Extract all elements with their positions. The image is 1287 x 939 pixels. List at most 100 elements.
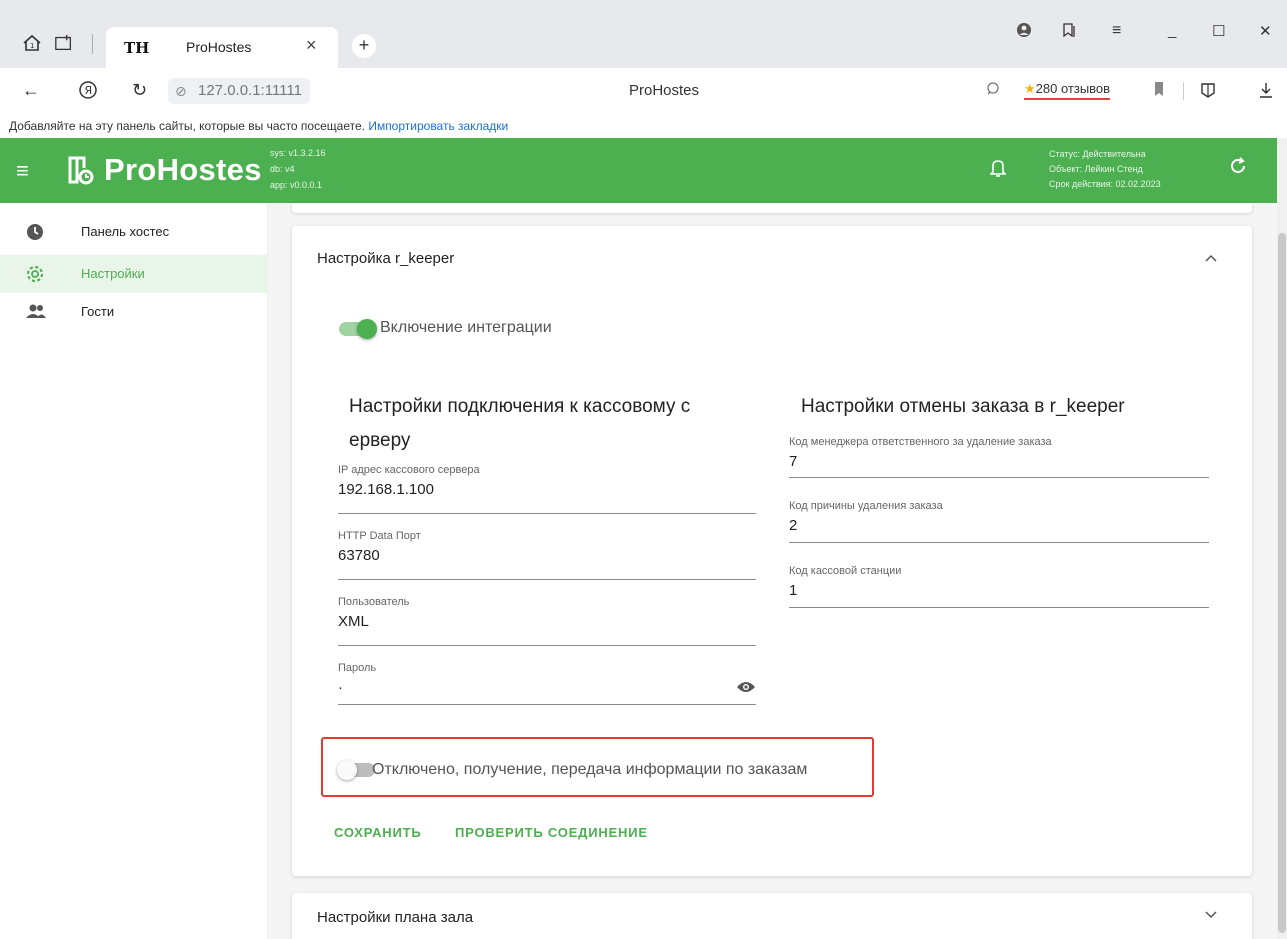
- home-icon[interactable]: 1: [22, 33, 42, 53]
- collections-icon[interactable]: [1061, 22, 1077, 42]
- check-connection-button[interactable]: ПРОВЕРИТЬ СОЕДИНЕНИЕ: [455, 825, 648, 840]
- sidebar-item-label: Панель хостес: [81, 224, 170, 239]
- svg-text:Я: Я: [85, 84, 93, 97]
- field-value: 7: [789, 453, 798, 470]
- sidebar-item-hostess-panel[interactable]: Панель хостес: [0, 213, 268, 251]
- ip-address-field[interactable]: IP адрес кассового сервера 192.168.1.100: [338, 464, 756, 514]
- url-text: 127.0.0.1:11111: [198, 82, 302, 99]
- manager-code-field[interactable]: Код менеджера ответственного за удаление…: [789, 436, 1209, 478]
- connection-title-line2: ерверу: [349, 430, 411, 451]
- license-status: Статус: Действительна Объект: Лейкин Сте…: [1049, 147, 1161, 192]
- reviews-text: 280 отзывов: [1035, 81, 1111, 96]
- yandex-icon[interactable]: Я: [78, 80, 98, 105]
- bookmark-icon[interactable]: [1153, 81, 1165, 102]
- field-value: 1: [789, 582, 798, 599]
- cancel-section-title: Настройки отмены заказа в r_keeper: [801, 396, 1125, 417]
- url-field[interactable]: ⊘ 127.0.0.1:11111: [168, 78, 310, 104]
- star-icon: ★: [1024, 81, 1036, 96]
- protect-icon[interactable]: [1199, 81, 1217, 104]
- tabbar-divider: [92, 34, 93, 54]
- version-info: sys: v1.3.2.16 db: v4 app: v0.0.0.1: [270, 145, 326, 193]
- chevron-down-icon[interactable]: [1204, 907, 1218, 923]
- field-label: Код менеджера ответственного за удаление…: [789, 436, 1052, 448]
- page-title: ProHostes: [629, 82, 700, 99]
- hamburger-menu-icon[interactable]: ≡: [16, 158, 29, 184]
- back-icon[interactable]: ←: [22, 80, 40, 101]
- field-label: Код кассовой станции: [789, 565, 902, 577]
- tab-title: ProHostes: [186, 39, 252, 55]
- station-code-field[interactable]: Код кассовой станции 1: [789, 565, 1209, 608]
- status-line: Статус: Действительна: [1049, 149, 1146, 159]
- browser-tab-bar: 1 TH ProHostes × + ≡ _ ☐ ✕: [0, 0, 1287, 68]
- chevron-up-icon[interactable]: [1204, 250, 1218, 266]
- site-icon: ⊘: [175, 83, 187, 99]
- http-port-field[interactable]: HTTP Data Порт 63780: [338, 530, 756, 580]
- refresh-license-icon[interactable]: [1228, 156, 1248, 182]
- integration-toggle[interactable]: [339, 319, 377, 339]
- reload-icon[interactable]: ↻: [132, 80, 147, 101]
- field-label: Пароль: [338, 662, 377, 674]
- field-label: Код причины удаления заказа: [789, 500, 943, 512]
- sidebar-item-guests[interactable]: Гости: [0, 293, 268, 331]
- connection-title-line1: Настройки подключения к кассовому с: [349, 396, 691, 417]
- field-value: XML: [338, 613, 369, 630]
- card-title: Настройка r_keeper: [317, 250, 455, 267]
- expiry-line: Срок действия: 02.02.2023: [1049, 179, 1161, 189]
- bookmarks-hint: Добавляйте на эту панель сайты, которые …: [9, 119, 365, 133]
- version-app: app: v0.0.0.1: [270, 180, 323, 190]
- integration-label: Включение интеграции: [380, 319, 552, 336]
- sidebar: Панель хостес Настройки Гости: [0, 203, 268, 939]
- profile-icon[interactable]: [1016, 22, 1032, 42]
- bell-icon[interactable]: [989, 158, 1007, 183]
- minimize-button[interactable]: _: [1168, 22, 1176, 39]
- close-window-button[interactable]: ✕: [1259, 22, 1272, 40]
- previous-card: [292, 203, 1252, 213]
- scrollbar-thumb[interactable]: [1278, 233, 1286, 933]
- address-bar: ← Я ↻ ⊘ 127.0.0.1:11111 ProHostes ★280 о…: [0, 68, 1287, 114]
- logo-icon: [67, 156, 95, 186]
- hall-plan-card[interactable]: Настройки плана зала: [292, 893, 1252, 939]
- maximize-button[interactable]: ☐: [1212, 22, 1225, 40]
- field-value: ·: [338, 679, 343, 696]
- tab-close-icon[interactable]: ×: [306, 35, 317, 56]
- import-bookmarks-link[interactable]: Импортировать закладки: [368, 119, 508, 133]
- clock-icon: [25, 222, 45, 242]
- bookmarks-bar: Добавляйте на эту панель сайты, которые …: [0, 114, 1287, 138]
- card-title: Настройки плана зала: [317, 909, 474, 926]
- reason-code-field[interactable]: Код причины удаления заказа 2: [789, 500, 1209, 543]
- object-line: Объект: Лейкин Стенд: [1049, 164, 1143, 174]
- field-value: 63780: [338, 547, 380, 564]
- connection-section-title: Настройки подключения к кассовому с ерве…: [349, 390, 690, 458]
- tab-favicon: TH: [124, 39, 150, 57]
- field-label: HTTP Data Порт: [338, 530, 421, 542]
- sidebar-item-settings[interactable]: Настройки: [0, 255, 268, 293]
- highlight-box: [321, 737, 874, 797]
- app-header: ≡ ProHostes sys: v1.3.2.16 db: v4 app: v…: [0, 138, 1277, 203]
- addr-divider: [1183, 82, 1184, 100]
- save-button[interactable]: СОХРАНИТЬ: [334, 825, 422, 840]
- field-label: IP адрес кассового сервера: [338, 464, 480, 476]
- field-label: Пользователь: [338, 596, 410, 608]
- page-scrollbar[interactable]: [1277, 138, 1287, 939]
- sidebar-item-label: Настройки: [81, 266, 145, 281]
- password-field[interactable]: Пароль ·: [338, 662, 756, 705]
- user-field[interactable]: Пользователь XML: [338, 596, 756, 646]
- svg-text:1: 1: [30, 42, 34, 50]
- search-icon[interactable]: [986, 81, 1000, 100]
- guests-icon: [25, 302, 46, 322]
- version-db: db: v4: [270, 164, 295, 174]
- new-window-icon[interactable]: [54, 33, 74, 53]
- toggle-knob: [357, 319, 377, 339]
- sidebar-item-label: Гости: [81, 304, 115, 319]
- field-value: 192.168.1.100: [338, 481, 434, 498]
- version-sys: sys: v1.3.2.16: [270, 148, 326, 158]
- new-tab-button[interactable]: +: [352, 34, 376, 58]
- gear-icon: [25, 264, 45, 284]
- eye-icon[interactable]: [736, 680, 756, 694]
- reviews-link[interactable]: ★280 отзывов: [1024, 81, 1111, 100]
- download-icon[interactable]: [1259, 81, 1273, 104]
- menu-icon[interactable]: ≡: [1112, 22, 1121, 40]
- field-value: 2: [789, 517, 798, 534]
- tab-prohostes[interactable]: TH ProHostes ×: [106, 27, 338, 68]
- app-brand: ProHostes: [104, 152, 262, 187]
